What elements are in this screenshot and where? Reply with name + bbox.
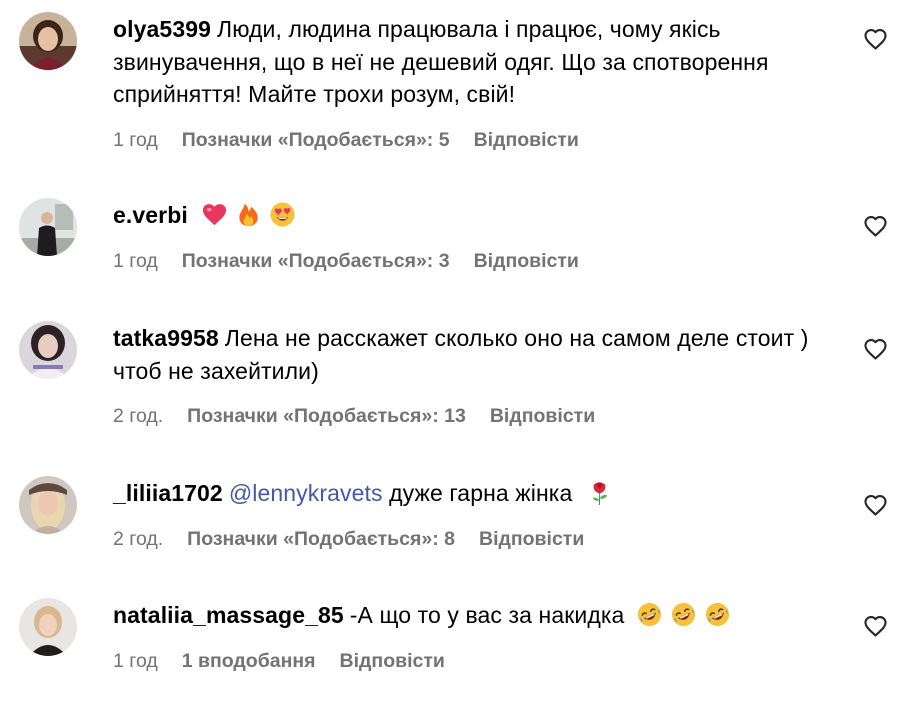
comment-time[interactable]: 1 год [113, 650, 158, 673]
comment-meta: 2 год. Позначки «Подобається»: 8 Відповіст… [113, 528, 813, 551]
comment-time[interactable]: 2 год. [113, 528, 163, 551]
comment-username[interactable]: olya5399 [113, 16, 211, 42]
heart-outline-icon[interactable] [863, 215, 888, 237]
heart-emoji [201, 201, 228, 228]
comment-text: nataliia_massage_85 -А що то у вас за нак… [113, 599, 813, 632]
comment-meta: 1 год 1 вподобання Відповісти [113, 650, 813, 673]
comment-time[interactable]: 1 год [113, 129, 158, 152]
comment-username[interactable]: tatka9958 [113, 325, 219, 351]
comment-body: -А що то у вас за накидка [349, 602, 625, 628]
heart-eyes-emoji [269, 201, 296, 228]
comment-meta: 1 год Позначки «Подобається»: 3 Відповісти [113, 250, 813, 273]
comment-username[interactable]: _liliia1702 [113, 480, 223, 506]
fire-emoji [235, 201, 262, 228]
comment-username[interactable]: e.verbi [113, 202, 188, 228]
reply-button[interactable]: Відповісти [474, 129, 579, 152]
reply-button[interactable]: Відповісти [474, 250, 579, 273]
comment-text: _liliia1702 @lennykravets дуже гарна жінк… [113, 477, 813, 510]
comments-list: olya5399 Люди, людина працювала і працює,… [0, 0, 904, 701]
avatar[interactable] [19, 321, 77, 379]
reply-button[interactable]: Відповісти [490, 405, 595, 428]
comment-text: tatka9958 Лена не расскажет сколько оно н… [113, 322, 813, 387]
reply-button[interactable]: Відповісти [479, 528, 584, 551]
comment-meta: 2 год. Позначки «Подобається»: 13 Відповіс… [113, 405, 813, 428]
heart-outline-icon[interactable] [863, 494, 888, 516]
comment-text: e.verbi [113, 199, 813, 232]
rofl-emoji [704, 601, 731, 628]
comment-username[interactable]: nataliia_massage_85 [113, 602, 344, 628]
rofl-emoji [670, 601, 697, 628]
comment-time[interactable]: 2 год. [113, 405, 163, 428]
heart-outline-icon[interactable] [863, 28, 888, 50]
comment-time[interactable]: 1 год [113, 250, 158, 273]
comment-text: olya5399 Люди, людина працювала і працює,… [113, 13, 813, 111]
avatar[interactable] [19, 198, 77, 256]
comment-body: дуже гарна жінка [389, 480, 573, 506]
avatar[interactable] [19, 476, 77, 534]
comment-body: Люди, людина працювала і працює, чому як… [113, 16, 769, 107]
comment-likes[interactable]: Позначки «Подобається»: 13 [187, 405, 466, 428]
avatar[interactable] [19, 12, 77, 70]
heart-outline-icon[interactable] [863, 338, 888, 360]
rofl-emoji [636, 601, 663, 628]
reply-button[interactable]: Відповісти [340, 650, 445, 673]
comment-meta: 1 год Позначки «Подобається»: 5 Відповісти [113, 129, 813, 152]
rose-emoji [586, 479, 613, 506]
avatar[interactable] [19, 598, 77, 656]
comment-likes[interactable]: Позначки «Подобається»: 3 [182, 250, 450, 273]
comment-likes[interactable]: 1 вподобання [182, 650, 316, 673]
comment-likes[interactable]: Позначки «Подобається»: 5 [182, 129, 450, 152]
mention-link[interactable]: @lennykravets [229, 480, 383, 506]
comment-likes[interactable]: Позначки «Подобається»: 8 [187, 528, 455, 551]
heart-outline-icon[interactable] [863, 615, 888, 637]
